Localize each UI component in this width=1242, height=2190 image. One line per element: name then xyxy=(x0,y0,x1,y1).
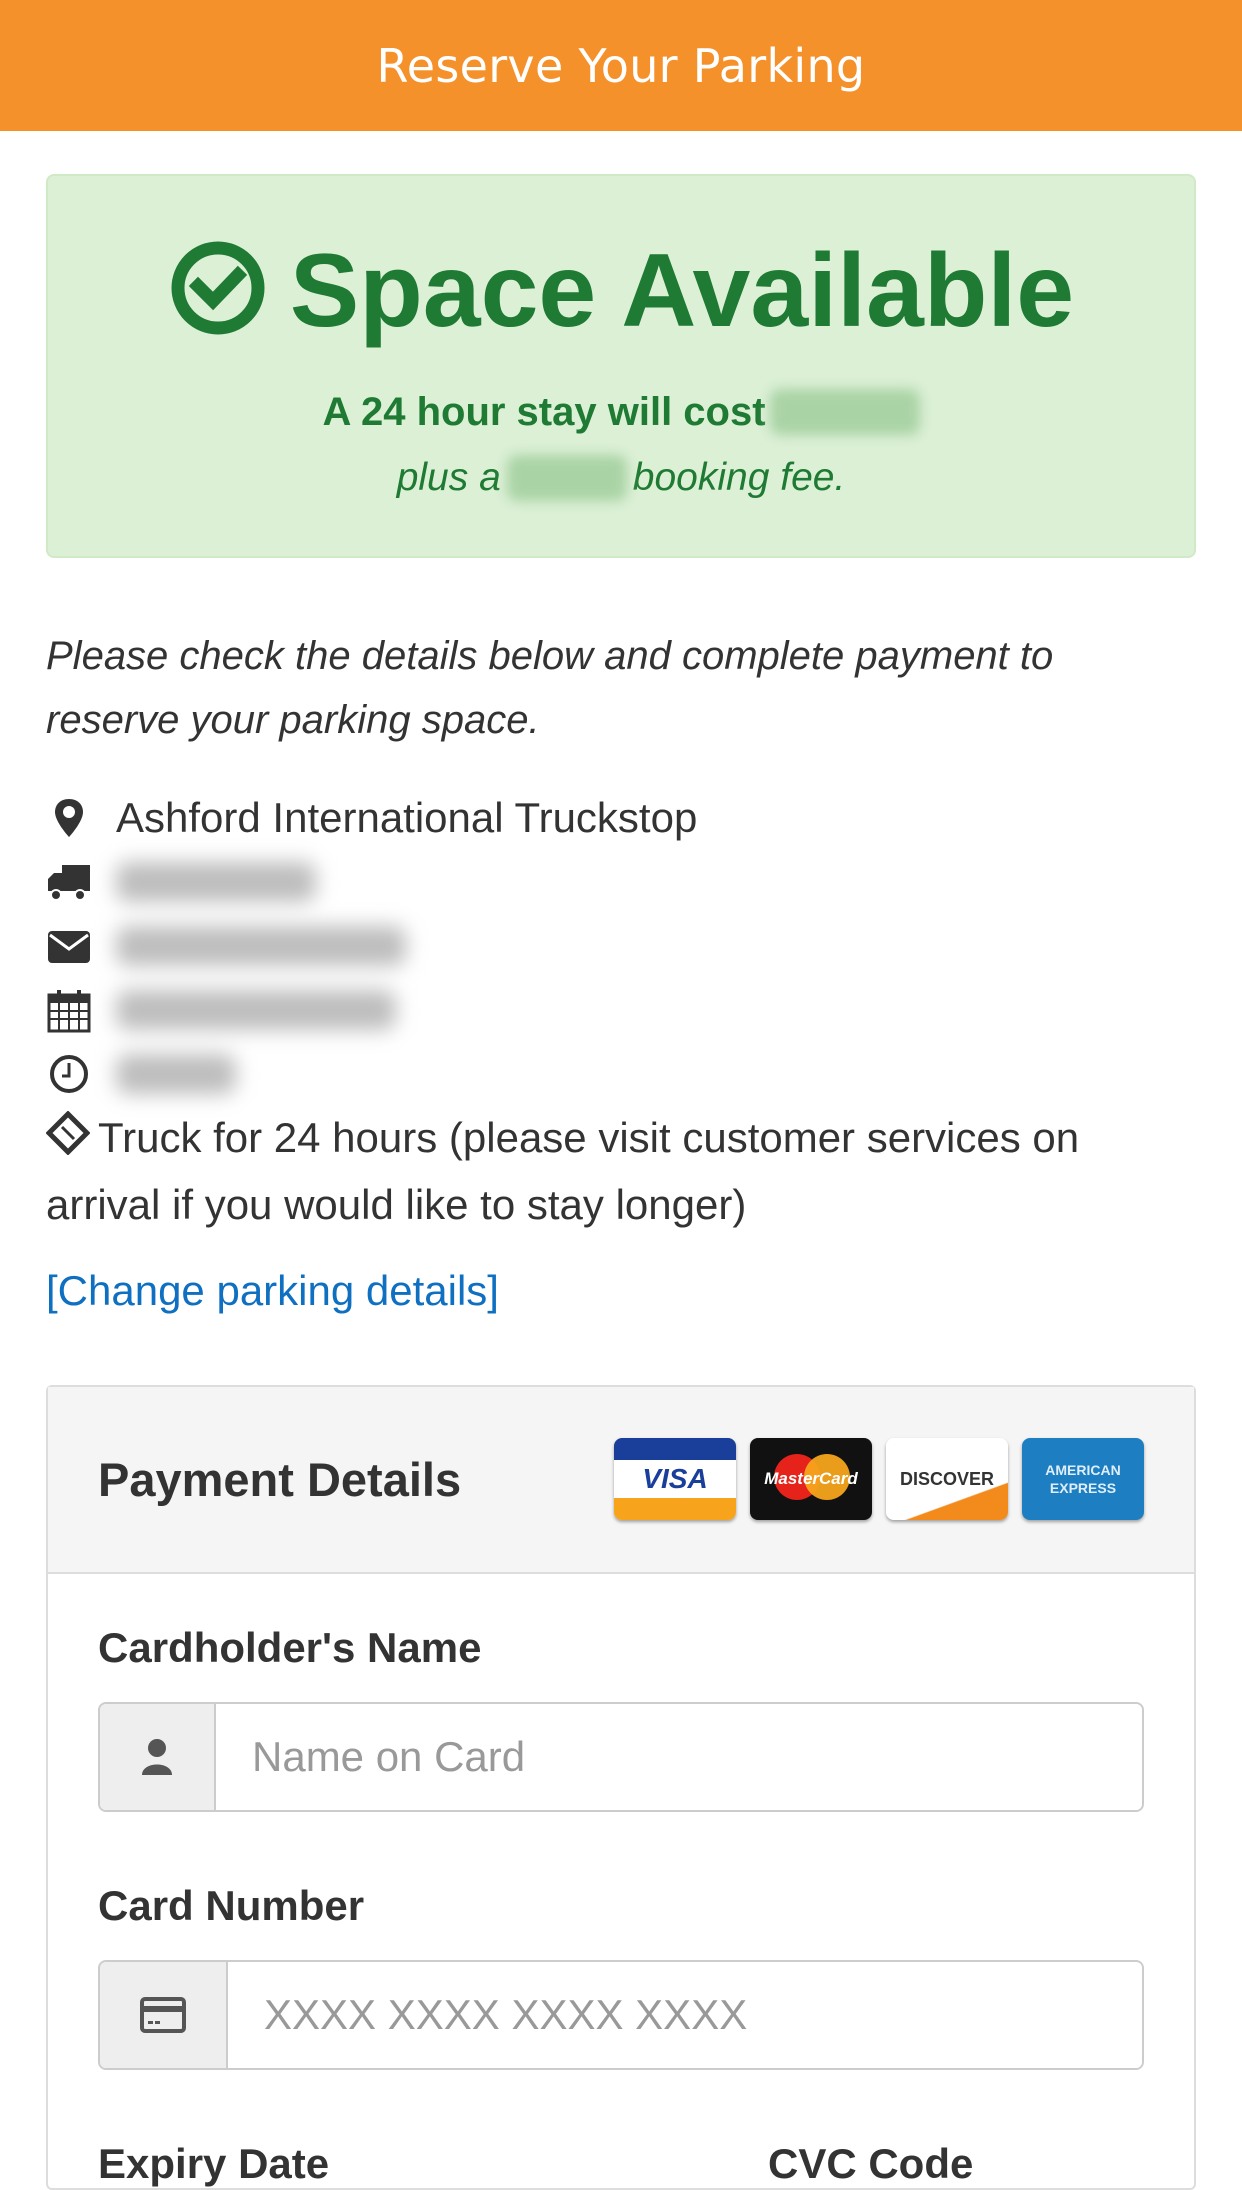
map-marker-icon xyxy=(46,795,102,841)
change-parking-details-link[interactable]: [Change parking details] xyxy=(46,1267,499,1315)
payment-panel-header: Payment Details VISA MasterCard DISCOVER… xyxy=(48,1386,1194,1574)
detail-date xyxy=(46,978,1196,1042)
top-bar: Reserve Your Parking xyxy=(0,0,1242,131)
payment-form: Cardholder's Name Card Number Expiry Dat… xyxy=(48,1574,1194,2188)
vehicle-redacted xyxy=(116,862,316,902)
discover-label: DISCOVER xyxy=(899,1468,995,1489)
visa-label: VISA xyxy=(642,1463,708,1495)
email-redacted xyxy=(116,926,406,966)
availability-status: Space Available xyxy=(289,232,1075,349)
time-redacted xyxy=(116,1054,236,1094)
page-title: Reserve Your Parking xyxy=(376,38,866,93)
cardholder-name-label: Cardholder's Name xyxy=(98,1623,482,1671)
detail-email xyxy=(46,914,1196,978)
expiry-cvc-row: Expiry Date CVC Code xyxy=(98,2140,1144,2188)
cardholder-name-input[interactable] xyxy=(216,1703,1142,1810)
card-number-input[interactable] xyxy=(228,1961,1142,2068)
fee-suffix: booking fee. xyxy=(632,456,846,499)
fee-line: plus a booking fee. xyxy=(48,455,1194,501)
date-redacted xyxy=(116,990,396,1030)
credit-card-icon xyxy=(100,1961,228,2068)
expiry-date-label: Expiry Date xyxy=(98,2139,330,2187)
mastercard-label: MasterCard xyxy=(764,1469,858,1489)
main-content: Space Available A 24 hour stay will cost… xyxy=(0,174,1242,2190)
location-text: Ashford International Truckstop xyxy=(116,794,698,841)
cost-prefix: A 24 hour stay will cost xyxy=(322,389,766,434)
cost-line: A 24 hour stay will cost xyxy=(48,389,1194,435)
mastercard-icon: MasterCard xyxy=(750,1438,872,1521)
user-icon xyxy=(100,1703,216,1810)
clock-icon xyxy=(46,1051,102,1097)
accepted-cards: VISA MasterCard DISCOVER AMERICAN EXPRES… xyxy=(614,1438,1144,1521)
payment-panel: Payment Details VISA MasterCard DISCOVER… xyxy=(46,1384,1196,2190)
amex-card-icon: AMERICAN EXPRESS xyxy=(1022,1438,1144,1521)
discover-card-icon: DISCOVER xyxy=(886,1438,1008,1521)
detail-ticket: Truck for 24 hours (please visit custome… xyxy=(45,1106,1196,1237)
detail-location: Ashford International Truckstop xyxy=(46,786,1196,850)
availability-heading: Space Available xyxy=(48,176,1194,343)
payment-title: Payment Details xyxy=(98,1452,462,1506)
envelope-icon xyxy=(46,923,102,969)
check-circle-icon xyxy=(168,238,268,343)
availability-alert: Space Available A 24 hour stay will cost… xyxy=(46,174,1196,558)
ticket-text: Truck for 24 hours (please visit custome… xyxy=(46,1114,1080,1228)
card-number-group xyxy=(98,1959,1144,2070)
detail-time xyxy=(46,1042,1196,1106)
intro-text: Please check the details below and compl… xyxy=(46,634,1054,742)
fee-value-redacted xyxy=(506,455,627,501)
truck-icon xyxy=(46,859,102,905)
cost-value-redacted xyxy=(769,389,920,435)
tag-icon xyxy=(45,1109,91,1173)
cvc-code-label: CVC Code xyxy=(768,2139,974,2187)
cardholder-name-group xyxy=(98,1701,1144,1812)
fee-prefix: plus a xyxy=(396,456,501,499)
parking-details: Ashford International Truckstop Truck fo… xyxy=(45,786,1196,1315)
visa-card-icon: VISA xyxy=(614,1438,736,1521)
calendar-icon xyxy=(46,987,102,1033)
detail-vehicle xyxy=(46,850,1196,914)
card-number-label: Card Number xyxy=(98,1881,365,1929)
amex-label: AMERICAN EXPRESS xyxy=(1045,1462,1121,1497)
